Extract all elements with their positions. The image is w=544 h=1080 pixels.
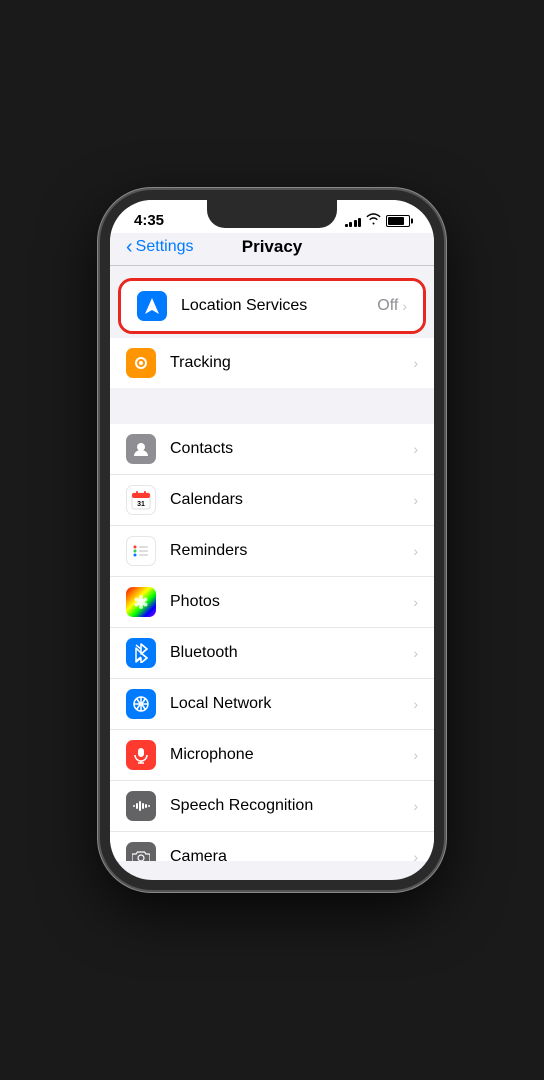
camera-icon (126, 842, 156, 861)
camera-label: Camera (170, 848, 413, 861)
status-time: 4:35 (134, 212, 164, 229)
list-item-photos[interactable]: Photos › (110, 577, 434, 628)
local-network-label: Local Network (170, 695, 413, 713)
bluetooth-label: Bluetooth (170, 644, 413, 662)
location-services-label: Location Services (181, 297, 377, 315)
list-item-local-network[interactable]: Local Network › (110, 679, 434, 730)
contacts-icon (126, 434, 156, 464)
calendars-chevron: › (413, 492, 418, 508)
list-item-calendars[interactable]: 31 Calendars › (110, 475, 434, 526)
speech-recognition-label: Speech Recognition (170, 797, 413, 815)
local-network-chevron: › (413, 696, 418, 712)
list-item-bluetooth[interactable]: Bluetooth › (110, 628, 434, 679)
photos-chevron: › (413, 594, 418, 610)
bluetooth-chevron: › (413, 645, 418, 661)
contacts-chevron: › (413, 441, 418, 457)
list-item-reminders[interactable]: Reminders › (110, 526, 434, 577)
tracking-section: Tracking › (110, 338, 434, 388)
reminders-icon (126, 536, 156, 566)
svg-text:31: 31 (137, 501, 145, 508)
list-item-camera[interactable]: Camera › (110, 832, 434, 861)
microphone-chevron: › (413, 747, 418, 763)
bluetooth-icon (126, 638, 156, 668)
reminders-chevron: › (413, 543, 418, 559)
location-services-icon (137, 291, 167, 321)
local-network-icon (126, 689, 156, 719)
signal-icon (345, 215, 362, 227)
tracking-label: Tracking (170, 354, 413, 372)
back-arrow-icon: ‹ (126, 237, 133, 257)
tracking-chevron: › (413, 355, 418, 371)
calendars-icon: 31 (126, 485, 156, 515)
section-separator-1 (110, 396, 434, 424)
calendars-label: Calendars (170, 491, 413, 509)
camera-chevron: › (413, 849, 418, 861)
status-icons (345, 213, 411, 228)
tracking-icon (126, 348, 156, 378)
location-highlight: Location Services Off › (118, 278, 426, 334)
list-item-microphone[interactable]: Microphone › (110, 730, 434, 781)
reminders-label: Reminders (170, 542, 413, 560)
back-button[interactable]: ‹ Settings (126, 238, 193, 257)
back-label: Settings (136, 238, 194, 256)
photos-label: Photos (170, 593, 413, 611)
top-spacer (110, 266, 434, 274)
microphone-label: Microphone (170, 746, 413, 764)
location-services-value: Off (377, 297, 398, 315)
list-item-tracking[interactable]: Tracking › (110, 338, 434, 388)
list-item-contacts[interactable]: Contacts › (110, 424, 434, 475)
nav-bar: ‹ Settings Privacy (110, 233, 434, 266)
scroll-area[interactable]: Location Services Off › Tracking › (110, 266, 434, 861)
location-services-chevron: › (402, 298, 407, 314)
battery-icon (386, 215, 410, 227)
page-title: Privacy (242, 237, 303, 257)
photos-icon (126, 587, 156, 617)
wifi-icon (366, 213, 381, 228)
speech-recognition-chevron: › (413, 798, 418, 814)
contacts-label: Contacts (170, 440, 413, 458)
notch (207, 200, 337, 228)
list-item-location-services[interactable]: Location Services Off › (121, 281, 423, 331)
microphone-icon (126, 740, 156, 770)
speech-recognition-icon (126, 791, 156, 821)
list-item-speech-recognition[interactable]: Speech Recognition › (110, 781, 434, 832)
main-section: Contacts › 31 Calendars › (110, 424, 434, 861)
phone-frame: 4:35 ‹ Settings (100, 190, 444, 890)
